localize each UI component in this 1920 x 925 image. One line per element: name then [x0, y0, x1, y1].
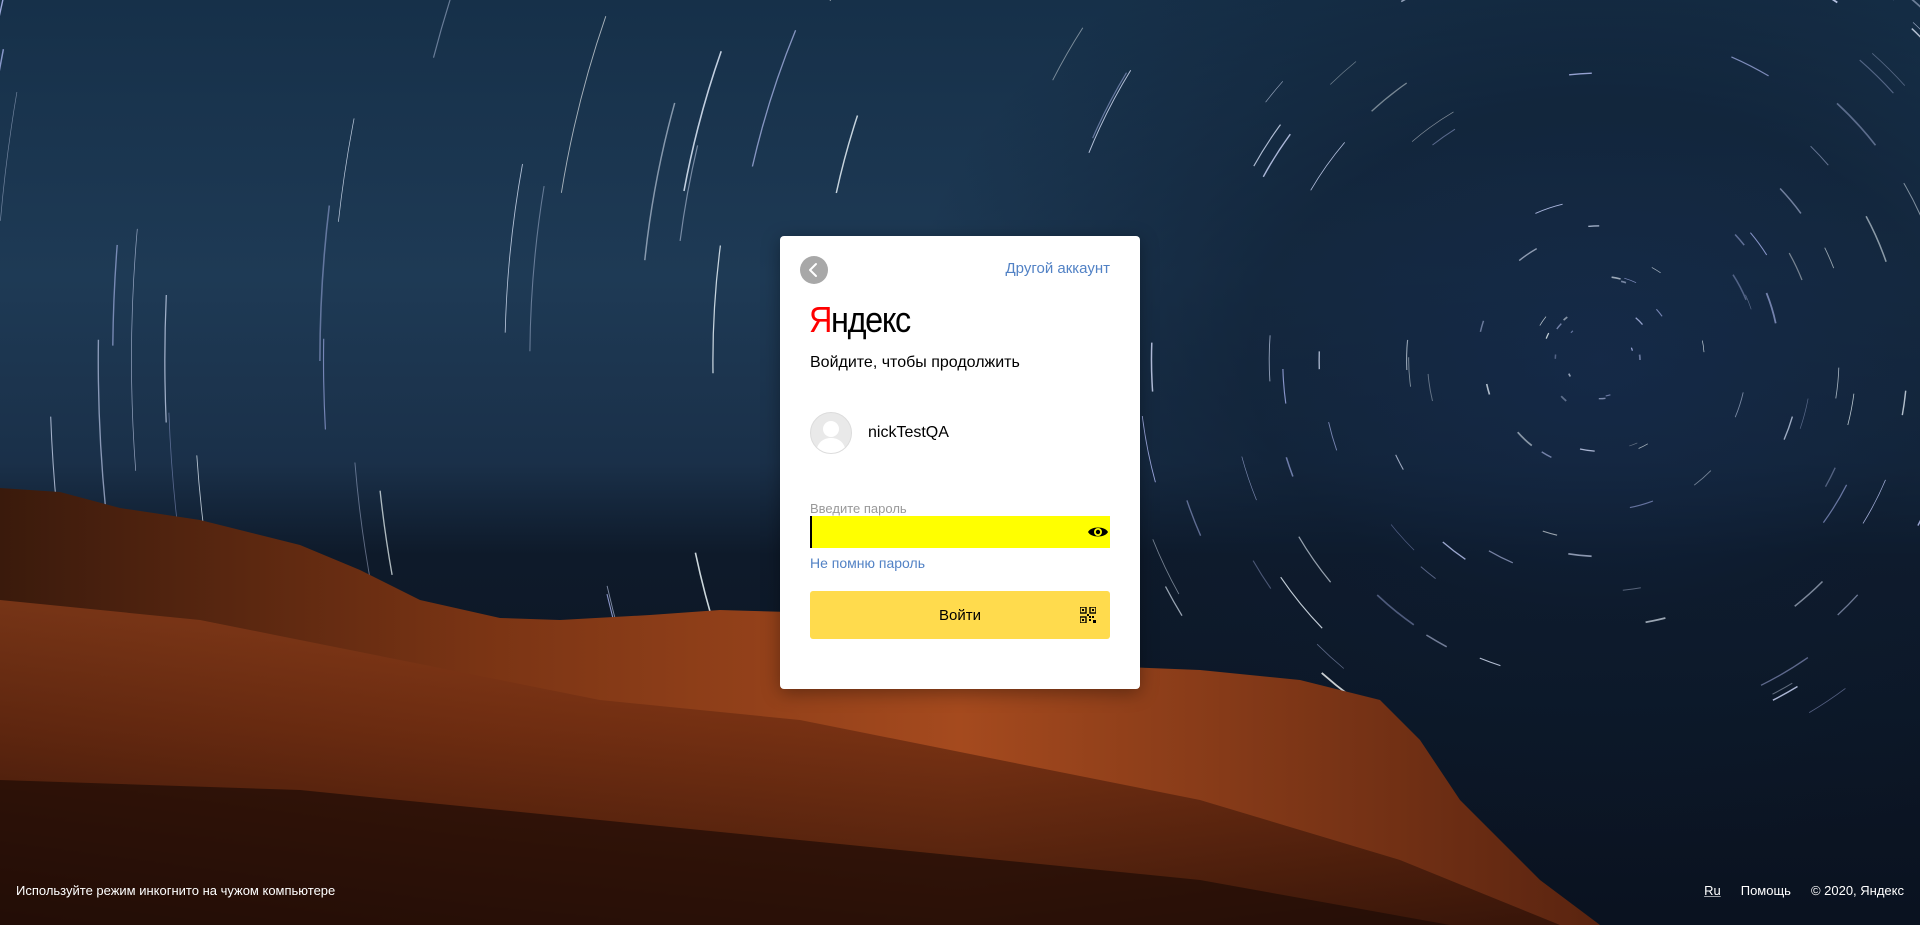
password-label: Введите пароль [810, 501, 907, 516]
login-button-label: Войти [939, 606, 981, 624]
current-account: nickTestQA [810, 412, 949, 454]
chevron-left-icon [809, 263, 817, 277]
password-input[interactable] [810, 516, 1110, 548]
yandex-logo: Яндекс [809, 299, 911, 340]
eye-icon[interactable] [1087, 524, 1109, 540]
incognito-hint: Используйте режим инкогнито на чужом ком… [16, 883, 336, 898]
login-subtitle: Войдите, чтобы продолжить [810, 354, 1020, 371]
login-card: Другой аккаунт Яндекс Войдите, чтобы про… [780, 236, 1140, 689]
forgot-password-link[interactable]: Не помню пароль [810, 555, 925, 571]
logo-first-letter: Я [809, 299, 832, 340]
account-username: nickTestQA [868, 424, 949, 441]
help-link[interactable]: Помощь [1741, 883, 1791, 898]
copyright: © 2020, Яндекс [1810, 883, 1904, 898]
user-silhouette-icon [816, 421, 846, 453]
login-button[interactable]: Войти [810, 591, 1110, 639]
logo-rest: ндекс [831, 299, 911, 340]
back-button[interactable] [800, 256, 828, 284]
other-account-link[interactable]: Другой аккаунт [1006, 260, 1111, 277]
footer-links: Ru Помощь © 2020, Яндекс [1684, 883, 1904, 898]
avatar [810, 412, 852, 454]
qr-code-icon[interactable] [1080, 607, 1096, 623]
language-switcher[interactable]: Ru [1704, 883, 1721, 898]
